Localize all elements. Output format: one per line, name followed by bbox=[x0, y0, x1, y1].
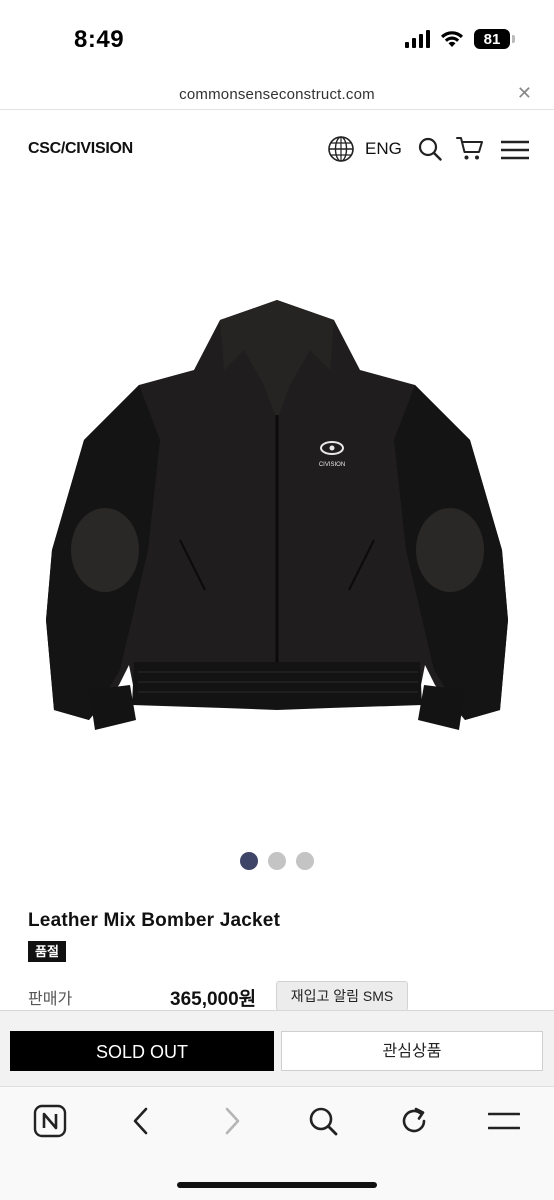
site-header: CSC/CIVISION ENG bbox=[0, 118, 554, 180]
close-icon[interactable]: ✕ bbox=[517, 83, 532, 104]
site-logo[interactable]: CSC/CIVISION bbox=[28, 140, 133, 158]
jacket-illustration: CIVISION bbox=[46, 300, 508, 730]
jacket-logo-text: CIVISION bbox=[319, 462, 345, 468]
wishlist-button[interactable]: 관심상품 bbox=[281, 1031, 543, 1071]
carousel-dot[interactable] bbox=[296, 852, 314, 870]
naver-home-icon[interactable] bbox=[32, 1103, 68, 1139]
product-image[interactable]: CIVISION bbox=[30, 290, 524, 750]
product-title: Leather Mix Bomber Jacket bbox=[28, 910, 281, 931]
battery-level: 81 bbox=[483, 30, 501, 48]
reload-icon[interactable] bbox=[396, 1103, 432, 1139]
carousel-dot[interactable] bbox=[240, 852, 258, 870]
status-icons: 81 bbox=[405, 29, 515, 49]
globe-icon bbox=[328, 136, 354, 162]
url-text[interactable]: commonsenseconstruct.com bbox=[0, 86, 554, 103]
restock-sms-button[interactable]: 재입고 알림 SMS bbox=[276, 981, 408, 1011]
menu-icon[interactable] bbox=[500, 140, 530, 165]
language-selector[interactable]: ENG bbox=[327, 135, 402, 163]
url-bar[interactable]: commonsenseconstruct.com ✕ bbox=[0, 80, 554, 110]
home-indicator bbox=[177, 1182, 377, 1188]
action-bar: SOLD OUT 관심상품 bbox=[0, 1010, 554, 1086]
carousel-dot[interactable] bbox=[268, 852, 286, 870]
language-label[interactable]: ENG bbox=[365, 139, 402, 159]
signal-icon bbox=[405, 30, 430, 48]
back-icon[interactable] bbox=[123, 1103, 159, 1139]
battery-icon: 81 bbox=[474, 29, 515, 49]
price-label: 판매가 bbox=[28, 991, 73, 1008]
search-icon[interactable] bbox=[418, 137, 442, 166]
forward-icon[interactable] bbox=[214, 1103, 250, 1139]
menu-icon[interactable] bbox=[486, 1103, 522, 1139]
soldout-button[interactable]: SOLD OUT bbox=[10, 1031, 274, 1071]
cart-icon[interactable] bbox=[456, 136, 484, 167]
wifi-icon bbox=[441, 31, 463, 47]
status-time: 8:49 bbox=[74, 26, 125, 53]
price-value: 365,000원 bbox=[170, 989, 257, 1010]
status-badge: 품절 bbox=[28, 941, 66, 962]
search-icon[interactable] bbox=[305, 1103, 341, 1139]
status-bar: 8:49 81 bbox=[0, 0, 554, 80]
carousel-indicators bbox=[0, 852, 554, 870]
